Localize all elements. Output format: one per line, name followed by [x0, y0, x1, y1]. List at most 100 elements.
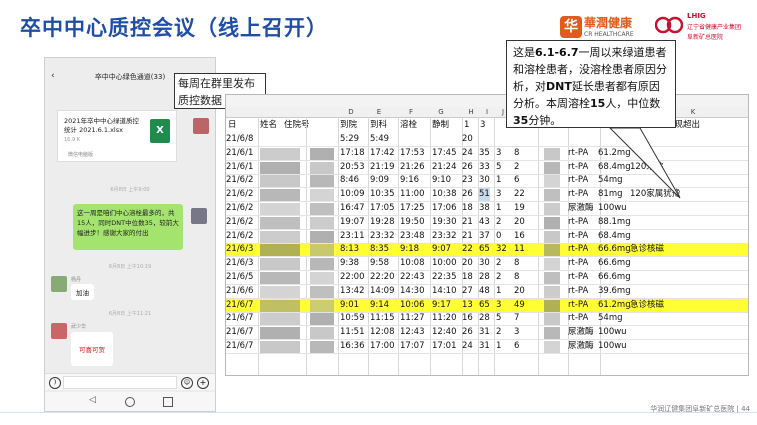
table-cell[interactable]: 65	[479, 299, 490, 312]
table-cell[interactable]: 100wu	[598, 340, 627, 353]
table-cell[interactable]: 21/6/2	[226, 216, 253, 229]
table-cell[interactable]: 38	[479, 202, 490, 215]
table-cell[interactable]: 0	[496, 230, 501, 243]
table-cell[interactable]: 8	[514, 147, 519, 160]
table-cell[interactable]: 1	[496, 202, 501, 215]
table-cell[interactable]: 11:51	[340, 326, 365, 339]
table-cell[interactable]: 24	[462, 340, 473, 353]
table-cell[interactable]: 2	[496, 257, 501, 270]
table-cell[interactable]: 5:29	[340, 133, 359, 146]
table-cell[interactable]: 23:32	[370, 230, 395, 243]
table-cell[interactable]: 20	[514, 216, 525, 229]
table-cell[interactable]: 9:09	[370, 174, 389, 187]
table-cell[interactable]: 33	[479, 161, 490, 174]
table-cell[interactable]: 23	[462, 174, 473, 187]
table-cell[interactable]: 51	[479, 188, 490, 202]
table-cell[interactable]: 21/6/3	[226, 243, 253, 256]
table-cell[interactable]: rt-PA	[568, 285, 588, 298]
table-cell[interactable]: 39.6mg	[598, 285, 631, 298]
table-cell[interactable]: 88.1mg	[598, 216, 631, 229]
table-cell[interactable]: 21/6/2	[226, 188, 253, 201]
table-cell[interactable]: 14:09	[370, 285, 395, 298]
header-cell[interactable]: 1	[464, 119, 469, 132]
nav-home-icon[interactable]	[125, 397, 135, 407]
table-cell[interactable]: 17:45	[432, 147, 457, 160]
table-cell[interactable]: 2	[496, 216, 501, 229]
table-cell[interactable]: 21/6/2	[226, 174, 253, 187]
table-cell[interactable]: 3	[496, 188, 501, 201]
table-cell[interactable]: 1	[496, 174, 501, 187]
table-cell[interactable]: 19:30	[432, 216, 457, 229]
table-cell[interactable]: 8:13	[340, 243, 359, 256]
table-cell[interactable]: 9:01	[340, 299, 359, 312]
table-cell[interactable]: 12:43	[400, 326, 425, 339]
table-cell[interactable]: 3	[514, 326, 519, 339]
table-cell[interactable]: 尿激酶	[568, 326, 594, 339]
table-cell[interactable]: 9:16	[400, 174, 419, 187]
plus-icon[interactable]: +	[197, 377, 209, 389]
table-cell[interactable]: 11:00	[400, 188, 425, 201]
table-cell[interactable]: 21/6/7	[226, 326, 253, 339]
table-cell[interactable]: 1	[496, 340, 501, 353]
table-cell[interactable]: 21:26	[400, 161, 425, 174]
table-cell[interactable]: 19:07	[340, 216, 365, 229]
table-cell[interactable]: 10:06	[400, 299, 425, 312]
table-cell[interactable]: 21/6/2	[226, 230, 253, 243]
table-cell[interactable]: rt-PA	[568, 257, 588, 270]
table-cell[interactable]: 16	[462, 312, 473, 325]
table-cell[interactable]: 22	[462, 243, 473, 256]
table-cell[interactable]: 22:43	[400, 271, 425, 284]
table-cell[interactable]: rt-PA	[568, 216, 588, 229]
table-cell[interactable]: 21/6/1	[226, 161, 253, 174]
table-cell[interactable]: rt-PA	[568, 243, 588, 256]
table-cell[interactable]: rt-PA	[568, 161, 588, 174]
table-cell[interactable]: 2	[496, 326, 501, 339]
table-cell[interactable]: 19:50	[400, 216, 425, 229]
table-cell[interactable]: 5	[496, 312, 501, 325]
table-cell[interactable]: 13	[462, 299, 473, 312]
table-cell[interactable]: 23:48	[400, 230, 425, 243]
table-cell[interactable]: 22	[514, 188, 525, 201]
table-cell[interactable]: 31	[479, 326, 490, 339]
table-cell[interactable]: 21	[462, 216, 473, 229]
table-cell[interactable]: 30	[479, 257, 490, 270]
table-cell[interactable]: 6	[514, 340, 519, 353]
table-cell[interactable]: 13:42	[340, 285, 365, 298]
table-cell[interactable]: 17:05	[370, 202, 395, 215]
table-cell[interactable]: 9:58	[370, 257, 389, 270]
table-cell[interactable]: 17:25	[400, 202, 425, 215]
table-cell[interactable]: 65	[479, 243, 490, 256]
header-cell[interactable]: 姓名	[260, 119, 277, 132]
table-cell[interactable]: rt-PA	[568, 312, 588, 325]
message-input[interactable]	[63, 376, 177, 389]
table-cell[interactable]: 21/6/7	[226, 340, 253, 353]
table-cell[interactable]: 21/6/7	[226, 299, 253, 312]
table-cell[interactable]: 17:18	[340, 147, 365, 160]
column-letter[interactable]: D	[344, 107, 358, 117]
column-letter[interactable]: K	[686, 107, 700, 117]
table-cell[interactable]: 21/6/6	[226, 285, 253, 298]
table-cell[interactable]: 11:15	[370, 312, 395, 325]
table-cell[interactable]: 21	[462, 230, 473, 243]
table-cell[interactable]: 急诊核磁	[630, 299, 664, 312]
table-cell[interactable]: 17:01	[432, 340, 457, 353]
table-cell[interactable]: 68.4mg	[598, 230, 631, 243]
table-cell[interactable]: 66.6mg	[598, 243, 631, 256]
table-cell[interactable]: 16:47	[340, 202, 365, 215]
table-cell[interactable]: rt-PA	[568, 188, 588, 201]
table-cell[interactable]: rt-PA	[568, 174, 588, 187]
table-cell[interactable]: 26	[462, 161, 473, 174]
nav-recents-icon[interactable]	[163, 397, 173, 407]
table-cell[interactable]: 20	[462, 133, 473, 146]
table-cell[interactable]: 100wu	[598, 326, 627, 339]
table-cell[interactable]: rt-PA	[568, 230, 588, 243]
table-cell[interactable]: 2	[514, 161, 519, 174]
table-cell[interactable]: 14:30	[400, 285, 425, 298]
table-cell[interactable]: 20:53	[340, 161, 365, 174]
table-cell[interactable]: 23:32	[432, 230, 457, 243]
table-cell[interactable]: 14:10	[432, 285, 457, 298]
header-cell[interactable]: 3	[480, 119, 485, 132]
table-cell[interactable]: 尿激酶	[568, 202, 594, 215]
table-cell[interactable]: 21/6/3	[226, 257, 253, 270]
table-cell[interactable]: 66.6mg	[598, 257, 631, 270]
